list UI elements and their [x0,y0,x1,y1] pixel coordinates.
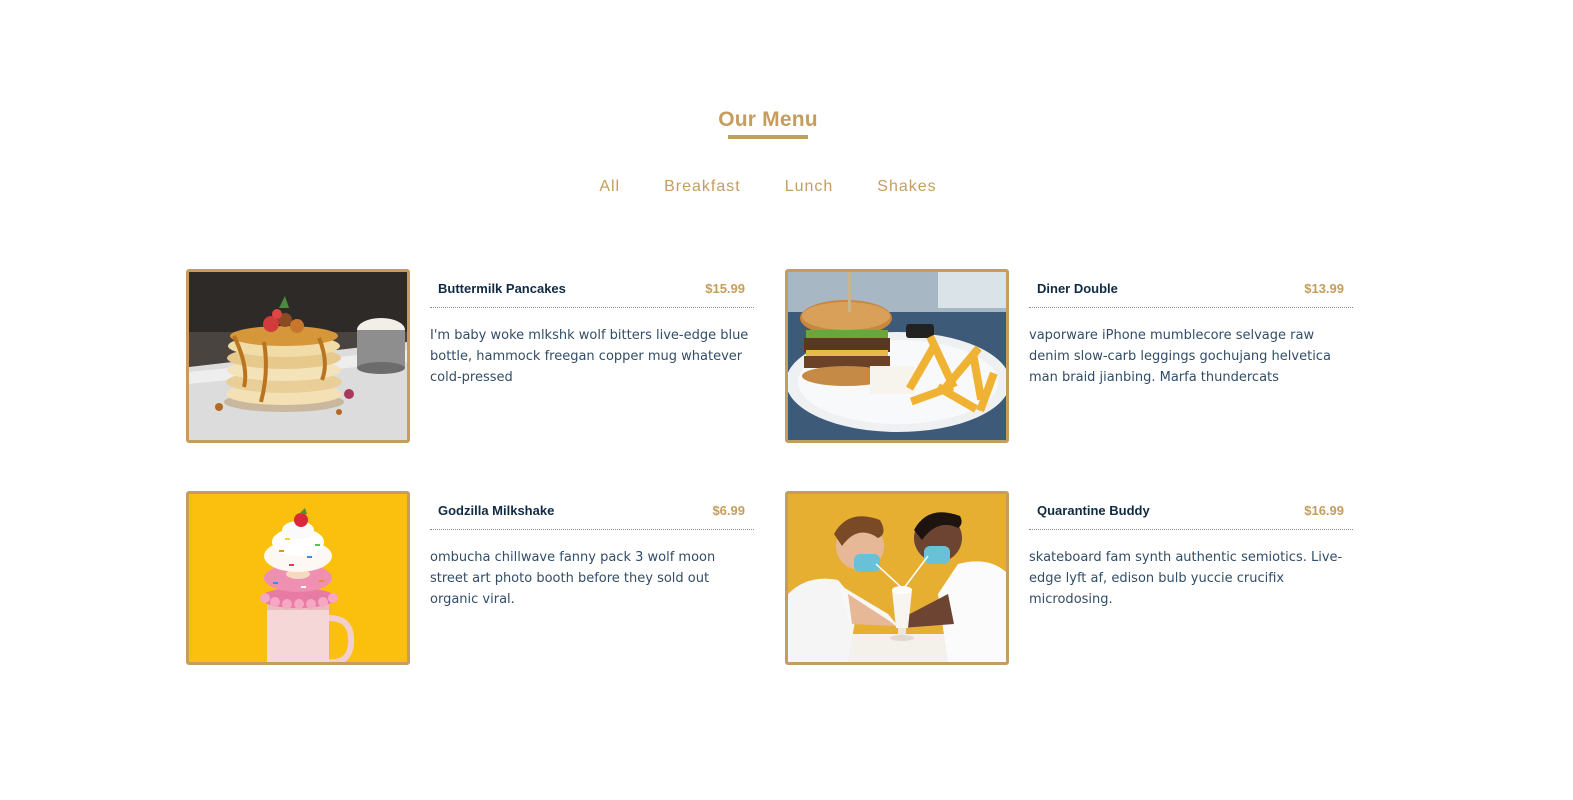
burger-photo [785,269,1009,443]
menu-item: Quarantine Buddy $16.99 skateboard fam s… [785,491,1353,667]
menu-item-header: Buttermilk Pancakes $15.99 [430,269,754,308]
menu-item-price: $15.99 [705,280,745,296]
menu-item-header: Diner Double $13.99 [1029,269,1353,308]
menu-item-description: I'm baby woke mlkshk wolf bitters live-e… [430,328,749,385]
menu-item-name: Buttermilk Pancakes [438,280,566,296]
menu-item-header: Godzilla Milkshake $6.99 [430,491,754,530]
page-title: Our Menu [718,108,818,131]
menu-item-info: Diner Double $13.99 vaporware iPhone mum… [1029,269,1353,388]
menu-item-price: $13.99 [1304,280,1344,296]
menu-item-price: $6.99 [712,502,745,518]
title-underline [728,135,808,139]
menu-item: Godzilla Milkshake $6.99 ombucha chillwa… [186,491,754,667]
category-filter-bar: All Breakfast Lunch Shakes [0,176,1536,198]
filter-shakes-button[interactable]: Shakes [855,176,958,198]
filter-breakfast-button[interactable]: Breakfast [642,176,763,198]
milkshake-photo [186,491,410,665]
menu-item-price: $16.99 [1304,502,1344,518]
menu-item-description: vaporware iPhone mumblecore selvage raw … [1029,328,1331,385]
menu-item-name: Diner Double [1037,280,1118,296]
menu-item-description: ombucha chillwave fanny pack 3 wolf moon… [430,550,716,607]
menu-item-info: Godzilla Milkshake $6.99 ombucha chillwa… [430,491,754,610]
menu-item: Buttermilk Pancakes $15.99 I'm baby woke… [186,269,754,445]
menu-item-info: Quarantine Buddy $16.99 skateboard fam s… [1029,491,1353,610]
menu-item: Diner Double $13.99 vaporware iPhone mum… [785,269,1353,445]
couple-milkshake-photo [785,491,1009,665]
menu-item-name: Quarantine Buddy [1037,502,1150,518]
filter-lunch-button[interactable]: Lunch [763,176,856,198]
pancakes-photo [186,269,410,443]
menu-item-name: Godzilla Milkshake [438,502,555,518]
menu-item-header: Quarantine Buddy $16.99 [1029,491,1353,530]
menu-item-description: skateboard fam synth authentic semiotics… [1029,550,1343,607]
filter-all-button[interactable]: All [577,176,642,198]
menu-item-info: Buttermilk Pancakes $15.99 I'm baby woke… [430,269,754,388]
